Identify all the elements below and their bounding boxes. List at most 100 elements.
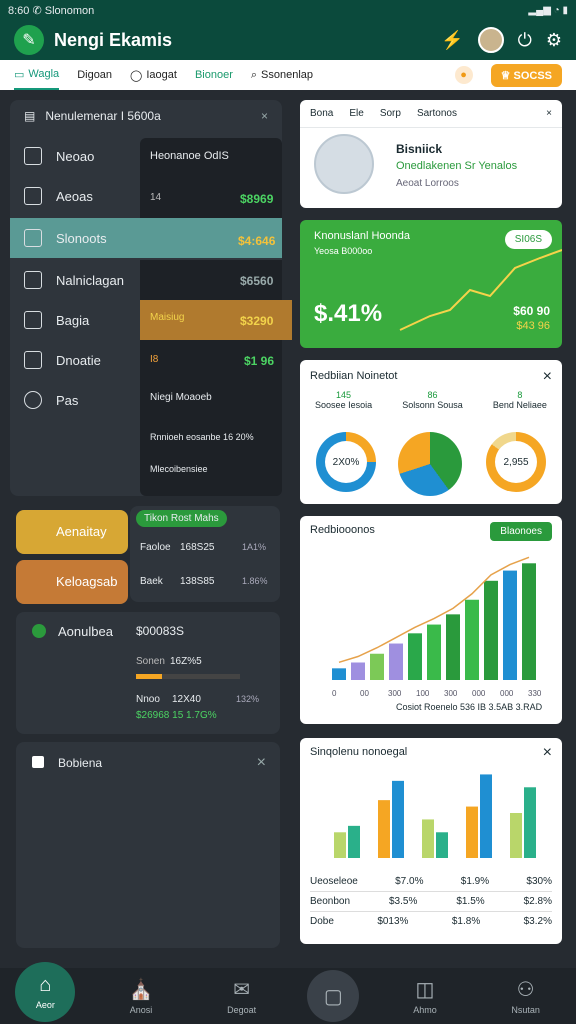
avatar[interactable] [477, 27, 504, 53]
close-icon[interactable]: × [543, 368, 552, 386]
empty-card: Bobiena × [16, 742, 280, 948]
nav-icon [24, 351, 42, 369]
chart-bar [436, 832, 448, 858]
grouped-chart-card: Sinqolenu nonoegal × Ueoseleoe $7.0% $1.9%… [300, 738, 562, 944]
nav-icon [24, 311, 42, 329]
sub-row-orange: Maisiug $3290 [140, 300, 292, 340]
growth-card: Knonuslanl Hoonda Yeosa B000oo SI06S $.4… [300, 220, 562, 348]
donut-chart: 2,955 [486, 432, 546, 492]
tick-label: 300 [444, 689, 458, 698]
nav-icon [24, 187, 42, 205]
tab-sartonos[interactable]: Sartonos [417, 108, 457, 119]
chart-bar [334, 832, 346, 858]
sub-label: Heonanoe OdIS [150, 150, 229, 162]
nav-icon [24, 391, 42, 409]
sub-value: $4:646 [238, 234, 276, 248]
chart-bar [484, 580, 498, 680]
chart-bar [446, 614, 460, 680]
sub-card: Heonanoe OdIS 14 $8969 [140, 138, 282, 218]
home-icon: ⌂ [39, 974, 52, 996]
bar-chart: 0 00 300 100 300 000 000 330 [332, 556, 542, 698]
nav-ahmo[interactable]: ◫ Ahmo [390, 977, 460, 1015]
chart-button[interactable]: Blaonoes [490, 522, 552, 541]
left-panel: ▤ Nenulemenar I 5600a × Neoao Aeoas Slonoo… [10, 100, 292, 496]
square-icon: ▢ [323, 985, 343, 1008]
filter-icon[interactable]: ⚡ [441, 30, 463, 51]
chart-bar [503, 570, 517, 680]
account-card: Aonulbea $00083S Sonen 16Z%5 Nnoo 12X40 … [16, 612, 280, 734]
chart-bar [510, 813, 522, 858]
chart-bar [370, 653, 384, 680]
tick-label: 300 [388, 689, 402, 698]
logo-icon: ✎ [14, 25, 44, 55]
user-icon: ⚇ [516, 979, 535, 1001]
period-button[interactable]: SI06S [504, 230, 552, 249]
nav-icon [24, 147, 42, 165]
donut-card: Redbiian Noinetot × 145 Soosee Iesoia 86 S… [300, 360, 562, 504]
tab-bona[interactable]: Bona [310, 108, 333, 119]
wagla-icon: ▭ [14, 68, 25, 81]
tab-iaogat[interactable]: ◯ Iaogat [130, 60, 177, 90]
tab-ssonenlap[interactable]: ⌕ Ssonenlap [251, 60, 313, 90]
chart-bar [408, 633, 422, 680]
search-icon: ⌕ [250, 68, 258, 81]
account-icon [32, 624, 46, 638]
grid-icon: ◫ [415, 979, 435, 1001]
chart-bar [465, 599, 479, 680]
bottom-nav: ⌂ Aeor ⛪ Anosi ✉ Degoat ▢ ◫ Ahmo ⚇ Nsutan [0, 962, 576, 1024]
panel-title: Nenulemenar I 5600a [45, 109, 161, 123]
nav-icon [24, 229, 42, 247]
nav-degoat[interactable]: ✉ Degoat [207, 977, 277, 1015]
donut-chart: 2X0% [316, 432, 376, 492]
tab-digoan[interactable]: Digoan [77, 60, 112, 90]
status-bar: 8:60 ✆ Slonomon ▂▄▆ ◔ ▮ [0, 0, 576, 20]
nav-nsutan[interactable]: ⚇ Nsutan [491, 977, 561, 1015]
power-icon[interactable]: ⏻ [518, 30, 532, 51]
chart-bar [466, 806, 478, 858]
sub-label: 14 [150, 192, 162, 203]
profile-card: Bona Ele Sorp Sartonos × Bisniick Onedlakene… [300, 100, 562, 208]
mail-icon: ✉ [233, 979, 251, 1001]
tab-ele[interactable]: Ele [349, 108, 363, 119]
close-icon[interactable]: × [543, 744, 552, 762]
status-right: ▂▄▆ ◔ ▮ [528, 4, 568, 16]
bar-chart-card: Redbiooonos Blaonoes 0 00 300 100 300 000 000 3… [300, 516, 562, 724]
close-icon[interactable]: × [261, 109, 268, 123]
chart-bar [389, 643, 403, 680]
app-bar: ✎ Nengi Ekamis ⚡ ⏻ ⚙ [0, 20, 576, 60]
close-icon[interactable]: × [257, 754, 266, 772]
tab-sorp[interactable]: Sorp [380, 108, 401, 119]
nav-icon [24, 271, 42, 289]
nav-center[interactable]: ▢ [307, 970, 360, 1022]
chart-bar [480, 774, 492, 858]
doc-icon: ▤ [24, 109, 36, 123]
progress-bar [136, 674, 240, 679]
gold-button[interactable]: ♕ SOCSS [490, 63, 562, 87]
nav-anosi[interactable]: ⛪ Anosi [106, 977, 176, 1015]
tick-label: 330 [528, 689, 542, 698]
aenaitay-card[interactable]: Aenaitay [16, 510, 128, 554]
tab-wagla[interactable]: ▭ Wagla [14, 60, 60, 90]
gear-icon[interactable]: ⚙ [546, 30, 562, 51]
notification-icon[interactable]: ● [454, 66, 473, 84]
tick-label: 0 [332, 689, 337, 698]
tab-bionoer[interactable]: Bionoer [195, 60, 233, 90]
close-icon[interactable]: × [546, 108, 552, 119]
sub-list: I8 $1 96 Niegi Moaoeb Rnnioeh eosanbe 16… [140, 340, 282, 496]
app-title: Nengi Ekamis [54, 29, 173, 50]
grouped-bar-chart [334, 774, 536, 858]
list-item[interactable]: Mlecoibensiee [150, 464, 208, 474]
tick-label: 100 [416, 689, 430, 698]
list-item[interactable]: Rnnioeh eosanbe 16 20% [150, 432, 254, 442]
sub-value: $8969 [240, 192, 274, 206]
keloagsab-card[interactable]: Keloagsab [16, 560, 128, 604]
nav-home[interactable]: ⌂ Aeor [15, 962, 76, 1022]
chart-bar [332, 668, 346, 680]
status-left: 8:60 ✆ Slonomon [8, 4, 95, 17]
status-badge: Tikon Rost Mahs [136, 510, 227, 527]
stats-card: Tikon Rost Mahs Faoloe 168S25 1A1% Baek … [130, 506, 280, 602]
chat-icon: ◯ [130, 69, 143, 82]
chart-bar [351, 662, 365, 680]
trophy-icon: ♕ [500, 69, 514, 82]
chart-bar [392, 780, 404, 858]
